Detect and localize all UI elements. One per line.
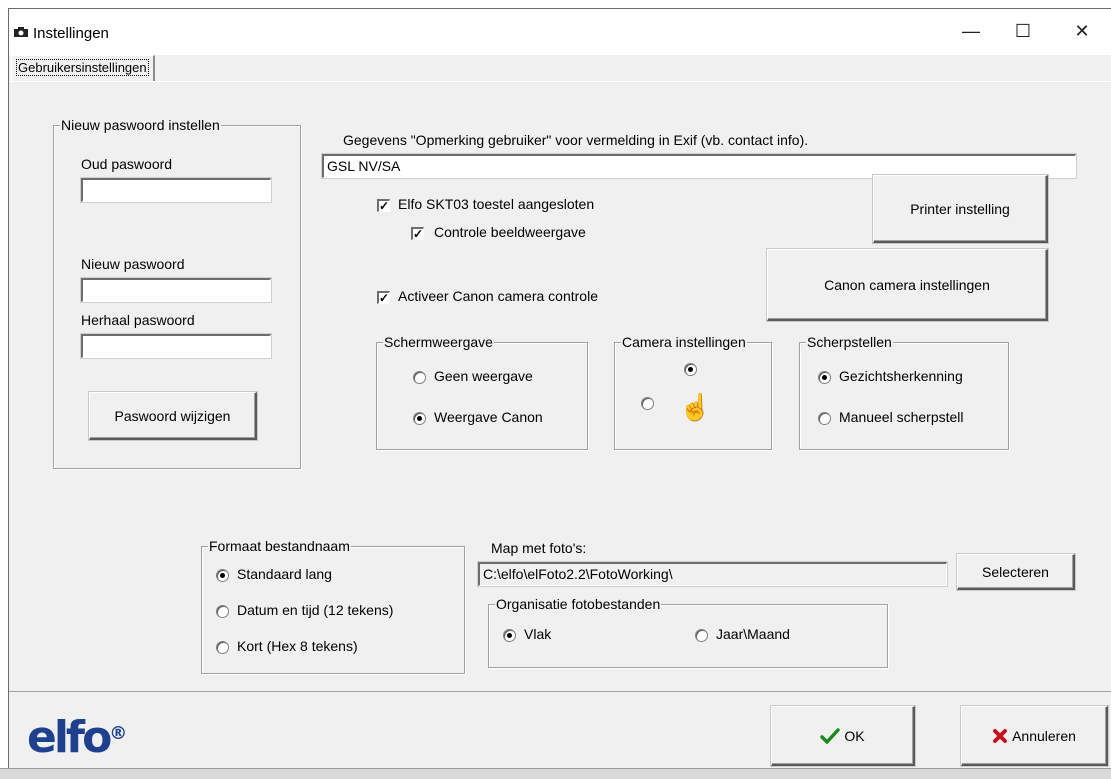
checkmark-icon: ✓ [413,227,424,241]
checkmark-icon: ✓ [379,199,390,213]
printer-settings-label: Printer instelling [910,200,1010,217]
tab-gebruikersinstellingen[interactable]: Gebruikersinstellingen [11,55,155,82]
password-group: Nieuw paswoord instellen Oud paswoord Ni… [53,117,301,469]
select-folder-label: Selecteren [982,563,1049,580]
window-title: Instellingen [33,25,109,42]
minimize-button[interactable]: — [948,9,994,53]
canon-control-checkbox[interactable]: ✓ [377,291,390,304]
cancel-button[interactable]: Annuleren [961,706,1108,766]
radio-camera-left[interactable] [641,397,654,410]
date-time-label: Datum en tijd (12 tekens) [237,602,394,618]
no-display-label: Geen weergave [434,368,533,384]
radio-standard-long[interactable] [216,569,229,582]
camera-settings-title: Camera instellingen [621,334,747,350]
flat-label: Vlak [524,626,552,642]
filename-format-title: Formaat bestandnaam [208,538,351,554]
radio-year-month[interactable] [695,629,708,642]
face-detection-label: Gezichtsherkenning [839,368,963,384]
radio-manual-focus[interactable] [818,412,831,425]
password-group-title: Nieuw paswoord instellen [60,117,221,133]
old-password-label: Oud paswoord [81,156,173,172]
screen-display-title: Schermweergave [383,334,494,350]
title-bar[interactable]: Instellingen — ☐ ✕ [9,9,1111,55]
canon-control-label: Activeer Canon camera controle [398,288,598,304]
repeat-password-input[interactable] [81,334,271,358]
repeat-password-label: Herhaal paswoord [81,312,195,328]
change-password-button[interactable]: Paswoord wijzigen [89,392,257,440]
bottom-bar: elfo® OK Annuleren [9,691,1111,778]
checkmark-icon: ✓ [379,291,390,305]
taskbar-strip [0,768,1111,779]
canon-settings-label: Canon camera instellingen [824,276,990,293]
change-password-label: Paswoord wijzigen [114,407,231,424]
short-hex-label: Kort (Hex 8 tekens) [237,638,358,654]
old-password-input[interactable] [81,178,271,202]
manual-focus-label: Manueel scherpstell [839,409,964,425]
pointing-hand-icon: ☝ [679,392,712,422]
ok-content: OK [772,728,913,744]
photo-folder-label: Map met foto's: [491,540,587,556]
canon-display-label: Weergave Canon [434,409,543,425]
display-control-checkbox[interactable]: ✓ [411,227,424,240]
canon-settings-button[interactable]: Canon camera instellingen [767,249,1048,321]
cross-icon [993,728,1008,743]
tab-page: Nieuw paswoord instellen Oud paswoord Ni… [9,81,1111,692]
elfo-label: Elfo SKT03 toestel aangesloten [398,196,595,212]
select-folder-button[interactable]: Selecteren [957,554,1075,590]
printer-settings-button[interactable]: Printer instelling [873,175,1048,243]
radio-date-time[interactable] [216,605,229,618]
ok-button[interactable]: OK [771,706,915,766]
screen-display-group: Schermweergave Geen weergave Weergave Ca… [376,334,588,450]
radio-no-display[interactable] [413,371,426,384]
radio-short-hex[interactable] [216,641,229,654]
focus-group: Scherpstellen Gezichtsherkenning Manueel… [799,334,1009,450]
cancel-label: Annuleren [1012,727,1076,744]
settings-window: Instellingen — ☐ ✕ Gebruikersinstellinge… [8,8,1111,778]
radio-canon-display[interactable] [413,412,426,425]
registered-mark: ® [109,723,128,744]
camera-icon [14,27,28,37]
elfo-checkbox[interactable]: ✓ [377,199,390,212]
radio-flat[interactable] [503,629,516,642]
filename-format-group: Formaat bestandnaam Standaard lang Datum… [201,538,465,674]
exif-label: Gegevens "Opmerking gebruiker" voor verm… [343,132,809,148]
new-password-input[interactable] [81,278,271,302]
display-control-label: Controle beeldweergave [434,224,586,240]
close-button[interactable]: ✕ [1059,9,1105,53]
photo-folder-input[interactable]: C:\elfo\elFoto2.2\FotoWorking\ [478,562,947,586]
checkmark-icon [820,727,841,744]
focus-title: Scherpstellen [806,334,893,350]
radio-face-detection[interactable] [818,371,831,384]
tab-label: Gebruikersinstellingen [16,59,149,76]
elfo-logo: elfo® [27,716,128,760]
cancel-content: Annuleren [962,728,1106,744]
radio-camera-top[interactable] [684,363,697,376]
logo-text: elfo [27,712,112,763]
year-month-label: Jaar\Maand [716,626,790,642]
organisation-title: Organisatie fotobestanden [495,596,662,612]
ok-label: OK [844,727,865,744]
new-password-label: Nieuw paswoord [81,256,185,272]
standard-long-label: Standaard lang [237,566,332,582]
organisation-group: Organisatie fotobestanden Vlak Jaar\Maan… [488,596,888,668]
maximize-button[interactable]: ☐ [1000,9,1046,53]
tab-strip: Gebruikersinstellingen [9,55,1111,83]
camera-settings-group: Camera instellingen ☝ [614,334,772,450]
